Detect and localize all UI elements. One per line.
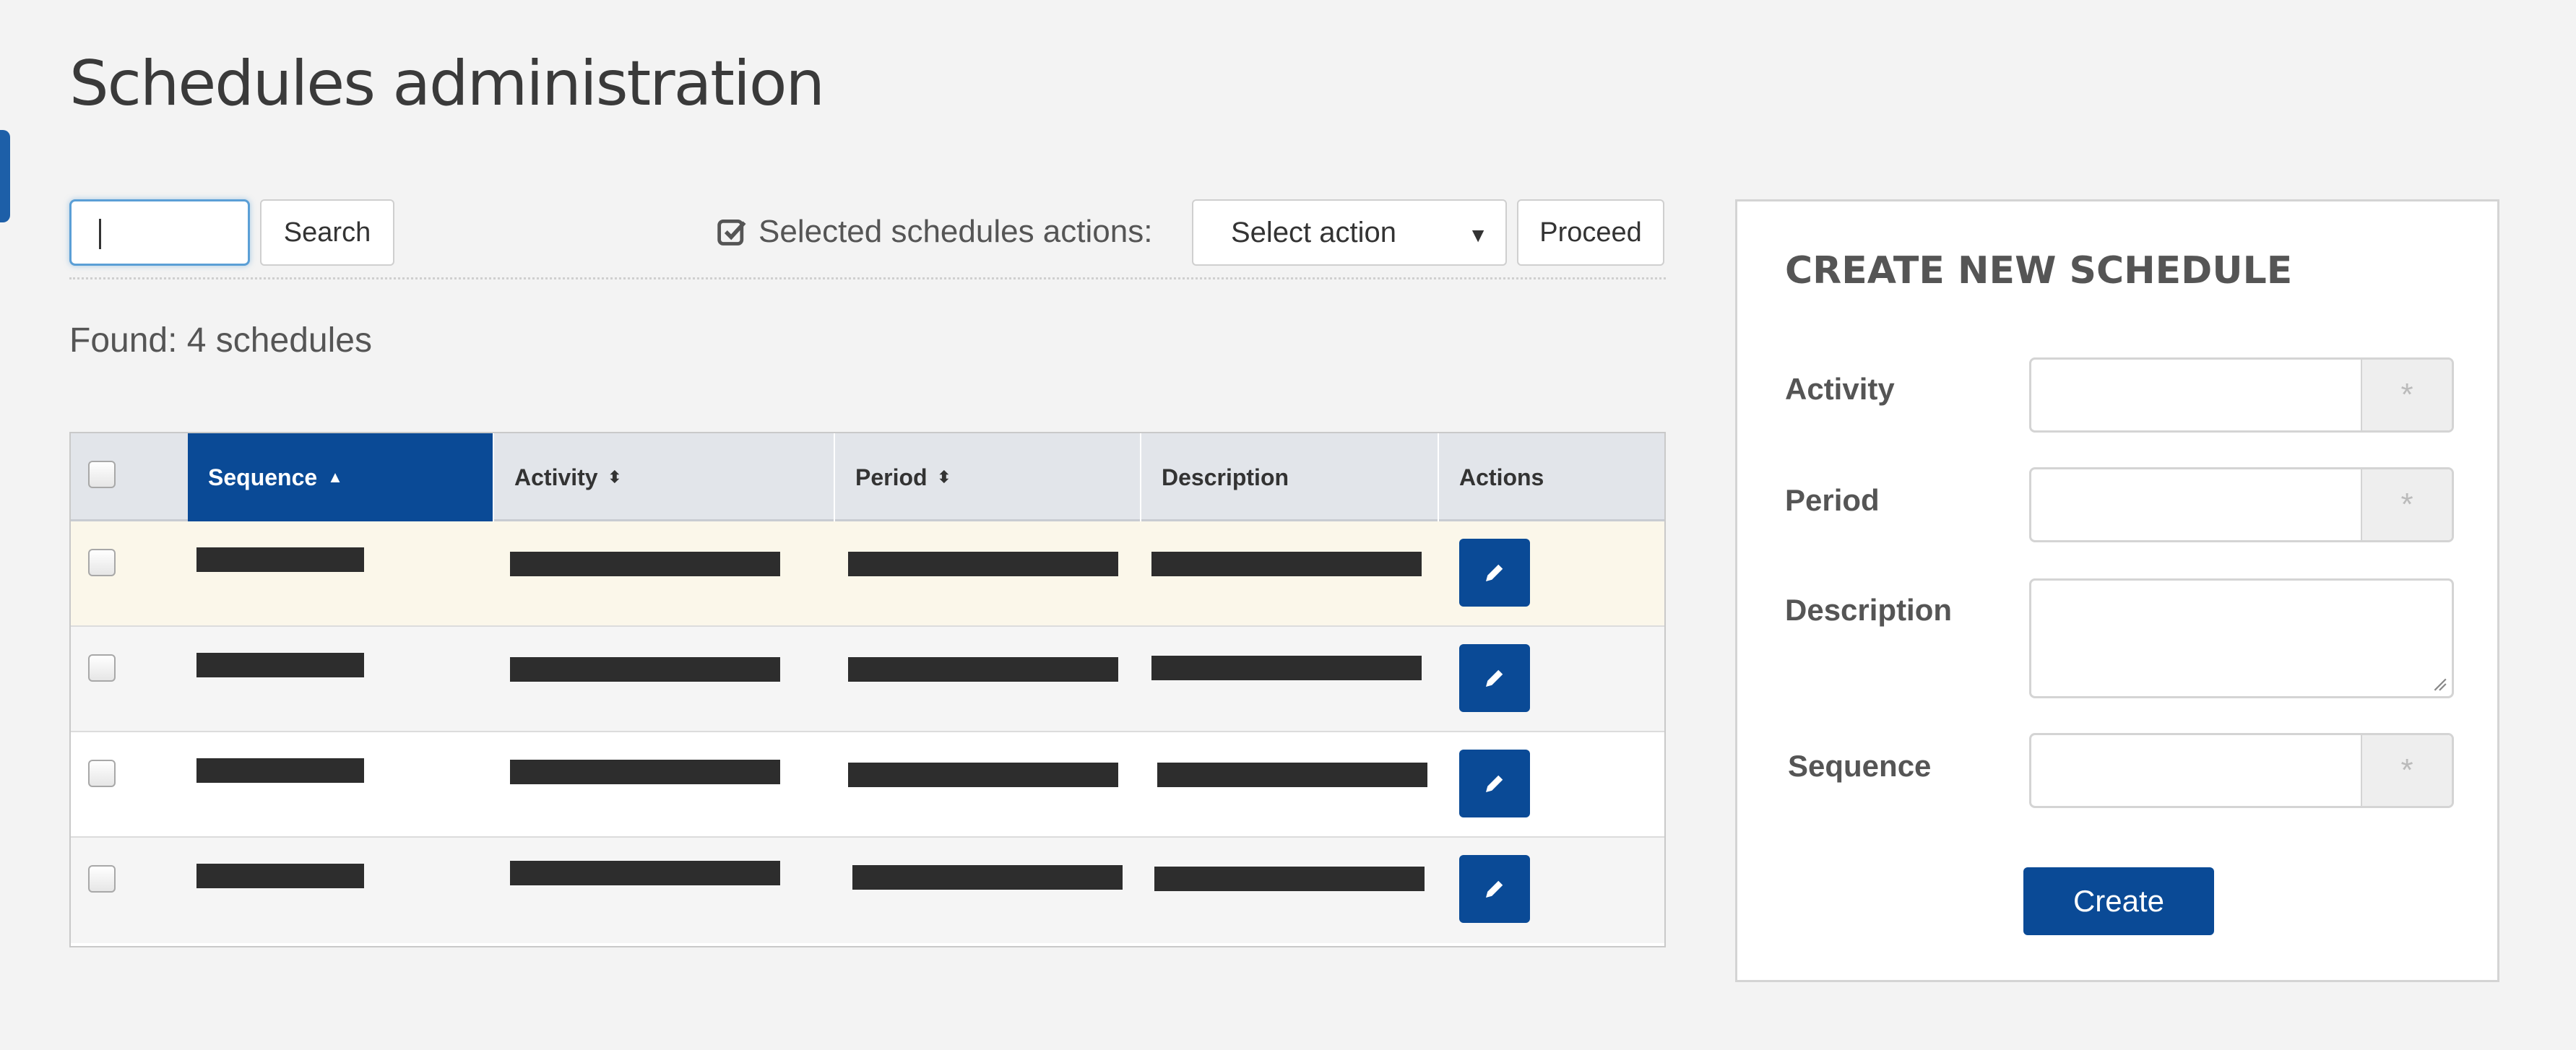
row-checkbox[interactable] <box>88 549 116 576</box>
cell-sequence-redacted <box>196 864 364 888</box>
sort-icon: ⬍ <box>937 468 951 486</box>
selected-actions-label: Selected schedules actions: <box>717 214 1152 250</box>
required-indicator-icon: * <box>2361 735 2452 806</box>
divider <box>69 277 1666 279</box>
table-row <box>71 732 1664 838</box>
dropdown-arrow-icon: ▼ <box>1468 224 1488 246</box>
edit-button[interactable] <box>1459 644 1530 712</box>
cell-period-redacted <box>848 657 1118 682</box>
edit-button[interactable] <box>1459 539 1530 607</box>
selected-actions-text: Selected schedules actions: <box>758 214 1153 249</box>
edit-button[interactable] <box>1459 855 1530 923</box>
description-field[interactable] <box>2029 578 2454 698</box>
column-header-activity[interactable]: Activity ⬍ <box>494 433 835 521</box>
table-row <box>71 521 1664 627</box>
cell-sequence-redacted <box>196 653 364 677</box>
required-indicator-icon: * <box>2361 469 2452 540</box>
checkbox-checked-icon <box>717 219 746 246</box>
cell-activity-redacted <box>510 657 780 682</box>
schedules-table: Sequence ▲ Activity ⬍ Period ⬍ Descripti… <box>69 432 1666 947</box>
column-header-description: Description <box>1141 433 1439 521</box>
sequence-field[interactable]: * <box>2029 733 2454 808</box>
select-all-checkbox[interactable] <box>88 461 116 488</box>
text-caret <box>99 219 101 249</box>
sort-ascending-icon: ▲ <box>327 468 343 486</box>
create-schedule-panel: CREATE NEW SCHEDULE Activity * Period * … <box>1735 199 2499 982</box>
column-header-period[interactable]: Period ⬍ <box>835 433 1141 521</box>
pencil-icon <box>1486 880 1503 898</box>
pencil-icon <box>1486 564 1503 581</box>
edit-button[interactable] <box>1459 750 1530 817</box>
proceed-button[interactable]: Proceed <box>1517 199 1664 266</box>
period-label: Period <box>1785 483 1880 517</box>
cell-activity-redacted <box>510 861 780 885</box>
activity-field[interactable]: * <box>2029 357 2454 433</box>
search-input[interactable] <box>69 199 250 266</box>
cell-sequence-redacted <box>196 547 364 572</box>
cell-description-redacted <box>1151 552 1422 576</box>
table-row <box>71 627 1664 732</box>
table-row <box>71 838 1664 943</box>
sequence-label: Sequence <box>1788 749 1932 783</box>
required-indicator-icon: * <box>2361 360 2452 430</box>
row-checkbox[interactable] <box>88 760 116 787</box>
create-button[interactable]: Create <box>2023 867 2214 935</box>
sort-icon: ⬍ <box>608 468 622 486</box>
select-action-value: Select action <box>1231 216 1397 248</box>
side-tab[interactable] <box>0 130 10 222</box>
cell-period-redacted <box>848 763 1118 787</box>
column-header-sequence[interactable]: Sequence ▲ <box>188 433 494 521</box>
panel-title: CREATE NEW SCHEDULE <box>1785 249 2293 292</box>
cell-period-redacted <box>848 552 1118 576</box>
search-button[interactable]: Search <box>260 199 394 266</box>
row-checkbox[interactable] <box>88 654 116 682</box>
resize-handle-icon[interactable] <box>2432 676 2447 692</box>
description-label: Description <box>1785 593 1953 627</box>
cell-description-redacted <box>1151 656 1422 680</box>
pencil-icon <box>1486 669 1503 687</box>
table-header: Sequence ▲ Activity ⬍ Period ⬍ Descripti… <box>71 433 1664 521</box>
period-field[interactable]: * <box>2029 467 2454 542</box>
select-action-dropdown[interactable]: Select action ▼ <box>1192 199 1507 266</box>
cell-period-redacted <box>852 865 1123 890</box>
results-count: Found: 4 schedules <box>69 321 372 360</box>
cell-activity-redacted <box>510 760 780 784</box>
pencil-icon <box>1486 775 1503 792</box>
page-title: Schedules administration <box>69 48 825 120</box>
cell-description-redacted <box>1157 763 1427 787</box>
column-header-actions: Actions <box>1459 464 1544 490</box>
cell-activity-redacted <box>510 552 780 576</box>
cell-sequence-redacted <box>196 758 364 783</box>
activity-label: Activity <box>1785 372 1895 406</box>
cell-description-redacted <box>1154 867 1425 891</box>
row-checkbox[interactable] <box>88 865 116 893</box>
